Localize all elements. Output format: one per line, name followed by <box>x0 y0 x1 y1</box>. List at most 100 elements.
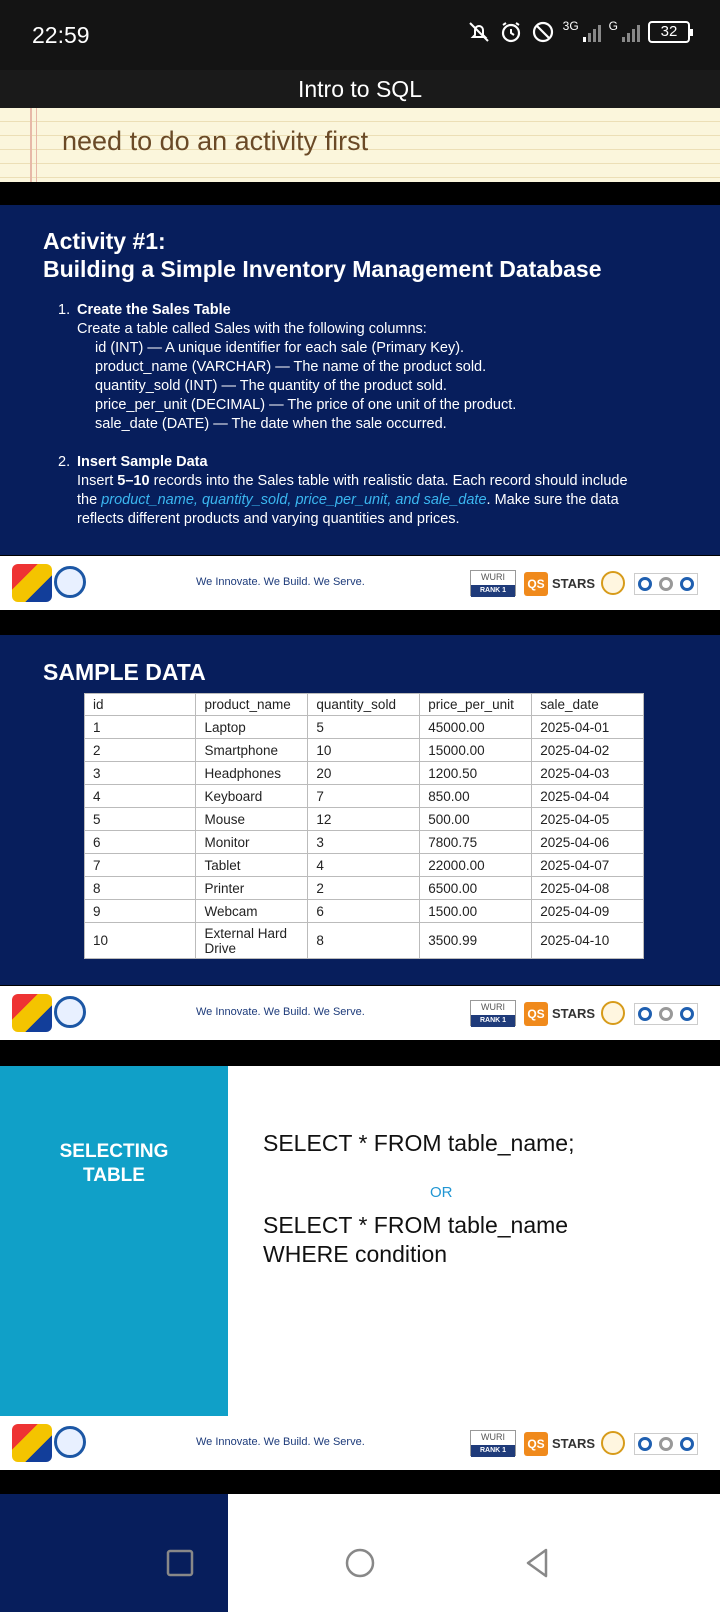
network-type-1: 3G <box>562 19 579 33</box>
table-cell: 22000.00 <box>419 853 533 877</box>
navigation-bar <box>0 1494 720 1612</box>
wurl-text: WURI <box>481 1432 505 1442</box>
table-cell: 5 <box>83 807 197 831</box>
sample-data-title: SAMPLE DATA <box>43 659 206 685</box>
table-cell: 3 <box>83 761 197 785</box>
footer-tagline: We Innovate. We Build. We Serve. <box>196 576 365 588</box>
award-seal-icon <box>601 1431 625 1455</box>
table-cell: Keyboard <box>195 784 309 808</box>
table-cell: 10 <box>83 922 197 959</box>
signal-icon-2 <box>622 22 640 42</box>
table-row: 8 Printer 2 6500.00 2025-04-08 <box>83 876 644 900</box>
mute-bell-icon <box>468 22 489 42</box>
stars-label: STARS <box>552 1006 596 1021</box>
note-strip: need to do an activity first <box>0 108 720 182</box>
wurl-badge: WURI RANK 1 <box>470 570 516 597</box>
status-time: 22:59 <box>32 22 90 48</box>
status-bar: 22:59 3G G 32 <box>0 0 720 70</box>
wurl-rank: RANK 1 <box>471 1445 515 1457</box>
table-cell: 6500.00 <box>419 876 533 900</box>
bagong-pilipinas-logo <box>12 564 52 602</box>
award-seal-icon <box>601 1001 625 1025</box>
item2-text: Insert <box>77 473 118 489</box>
alarm-icon <box>501 22 520 43</box>
item2-line1: Insert 5–10 records into the Sales table… <box>77 472 628 491</box>
bagong-pilipinas-logo <box>12 1424 52 1462</box>
select-query-2-line2: WHERE condition <box>263 1241 448 1267</box>
slide-footer: We Innovate. We Build. We Serve. WURI RAN… <box>0 986 720 1040</box>
column-header: sale_date <box>531 693 644 716</box>
table-cell: 4 <box>83 784 197 808</box>
select-query-1: SELECT * FROM table_name; <box>263 1130 575 1156</box>
activity-title: Activity #1: Building a Simple Inventory… <box>43 227 602 283</box>
do-not-disturb-icon <box>532 21 553 43</box>
table-cell: 2025-04-05 <box>531 807 644 831</box>
selecting-table-label: SELECTING TABLE <box>0 1140 228 1188</box>
app-title: Intro to SQL <box>0 70 720 108</box>
column-desc: price_per_unit (DECIMAL) — The price of … <box>95 397 517 413</box>
footer-tagline: We Innovate. We Build. We Serve. <box>196 1006 365 1018</box>
column-desc: product_name (VARCHAR) — The name of the… <box>95 359 487 375</box>
item1-number: 1. <box>58 302 71 318</box>
status-icons: 3G G 32 <box>467 19 693 44</box>
table-cell: 2025-04-02 <box>531 738 644 762</box>
qs-logo: QS <box>524 572 548 596</box>
table-cell: 3 <box>307 830 421 854</box>
table-cell: 6 <box>307 899 421 923</box>
table-cell: Headphones <box>195 761 309 785</box>
table-cell: 2025-04-01 <box>531 715 644 739</box>
back-icon[interactable] <box>520 1546 554 1580</box>
column-header: product_name <box>195 693 309 716</box>
table-cell: Webcam <box>195 899 309 923</box>
recent-apps-icon[interactable] <box>163 1546 197 1580</box>
table-cell: 2025-04-04 <box>531 784 644 808</box>
table-cell: 1 <box>83 715 197 739</box>
table-cell: 8 <box>307 922 421 959</box>
table-cell: 2025-04-09 <box>531 899 644 923</box>
table-cell: Mouse <box>195 807 309 831</box>
table-cell: 4 <box>307 853 421 877</box>
selecting-table-panel: SELECTING TABLE <box>0 1066 228 1416</box>
activity-title-line2: Building a Simple Inventory Management D… <box>43 256 602 282</box>
table-row: 10 External Hard Drive 8 3500.99 2025-04-10 <box>83 922 644 959</box>
table-cell: 10 <box>307 738 421 762</box>
wurl-rank: RANK 1 <box>471 585 515 597</box>
table-cell: 7800.75 <box>419 830 533 854</box>
accreditation-badge <box>634 1003 698 1025</box>
table-cell: 1200.50 <box>419 761 533 785</box>
slide-footer: We Innovate. We Build. We Serve. WURI RAN… <box>0 556 720 610</box>
table-cell: 850.00 <box>419 784 533 808</box>
item2-line3: reflects different products and varying … <box>77 511 460 527</box>
item2-text: the <box>77 492 102 508</box>
sample-data-slide: SAMPLE DATA id product_name quantity_sol… <box>0 635 720 985</box>
select-query-2: SELECT * FROM table_name WHERE condition <box>263 1211 568 1269</box>
table-cell: 3500.99 <box>419 922 533 959</box>
table-cell: 2025-04-10 <box>531 922 644 959</box>
table-cell: 2 <box>307 876 421 900</box>
table-row: 7 Tablet 4 22000.00 2025-04-07 <box>83 853 644 877</box>
university-seal-logo <box>54 996 86 1028</box>
item2-text: records into the Sales table with realis… <box>149 473 628 489</box>
network-type-2: G <box>608 19 618 33</box>
table-cell: 9 <box>83 899 197 923</box>
column-desc: quantity_sold (INT) — The quantity of th… <box>95 378 447 394</box>
sample-data-table: id product_name quantity_sold price_per_… <box>83 693 644 959</box>
table-cell: 2025-04-08 <box>531 876 644 900</box>
table-cell: 7 <box>83 853 197 877</box>
column-header: quantity_sold <box>307 693 421 716</box>
home-icon[interactable] <box>343 1546 377 1580</box>
footer-tagline: We Innovate. We Build. We Serve. <box>196 1436 365 1448</box>
table-row: 2 Smartphone 10 15000.00 2025-04-02 <box>83 738 644 762</box>
accreditation-badge <box>634 1433 698 1455</box>
item2-text: . Make sure the data <box>486 492 619 508</box>
item1-intro: Create a table called Sales with the fol… <box>77 321 427 337</box>
table-row: 4 Keyboard 7 850.00 2025-04-04 <box>83 784 644 808</box>
wurl-badge: WURI RANK 1 <box>470 1000 516 1027</box>
table-cell: 15000.00 <box>419 738 533 762</box>
stars-label: STARS <box>552 576 596 591</box>
table-cell: Smartphone <box>195 738 309 762</box>
column-header: price_per_unit <box>419 693 533 716</box>
table-cell: External Hard Drive <box>195 922 309 959</box>
item2-line2: the product_name, quantity_sold, price_p… <box>77 491 619 510</box>
table-cell: Monitor <box>195 830 309 854</box>
